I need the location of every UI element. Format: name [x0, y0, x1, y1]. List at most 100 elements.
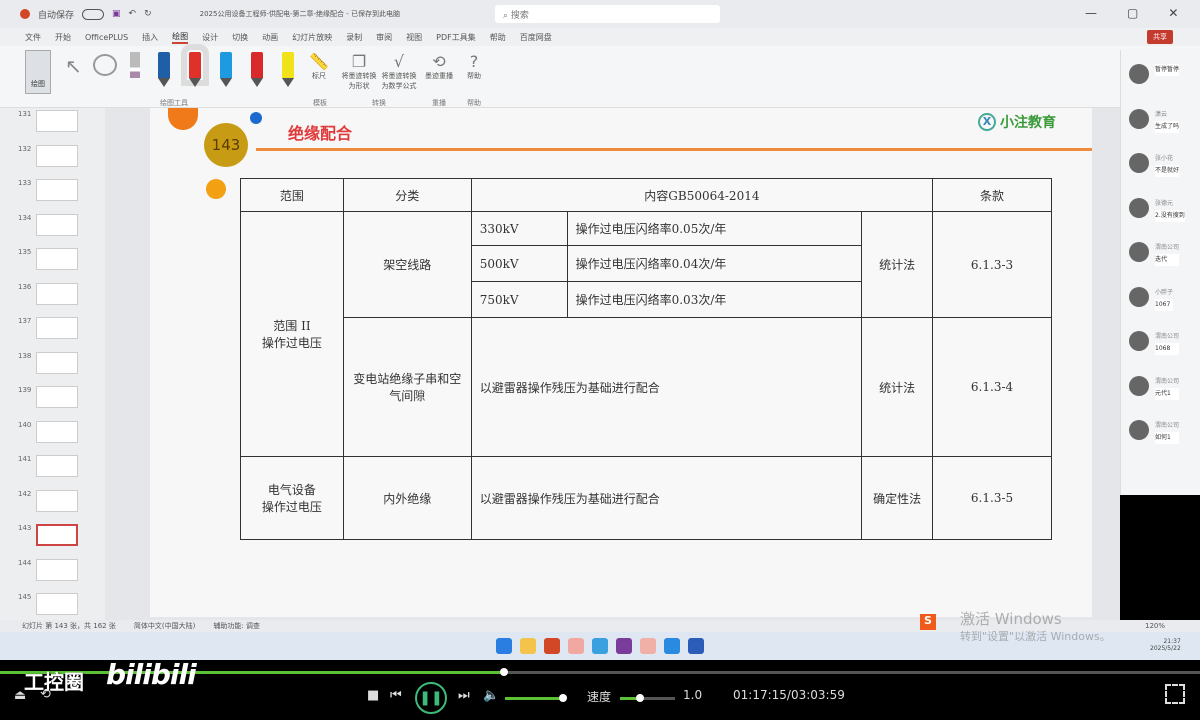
save-icon[interactable]: ▣ [112, 9, 121, 19]
tab-4[interactable]: 绘图 [172, 31, 189, 44]
previous-icon[interactable]: ⏮ [390, 688, 402, 703]
next-icon[interactable]: ⏭ [458, 688, 470, 703]
meeting-icon[interactable] [664, 638, 680, 654]
minimize-icon[interactable]: — [1085, 6, 1097, 20]
chat-message: 张德元 2.没有搜到 [1129, 197, 1185, 222]
slide-thumbnail[interactable]: 136 [18, 282, 80, 307]
content-cell: 操作过电压闪络率0.03次/年 [566, 281, 863, 318]
pen-icon[interactable] [282, 52, 294, 87]
accessibility[interactable]: 辅助功能: 调查 [213, 621, 260, 631]
tab-3[interactable]: 插入 [142, 32, 158, 43]
pen-icon[interactable] [158, 52, 170, 87]
autosave-toggle[interactable] [82, 8, 105, 20]
slide-thumbnail[interactable]: 132 [18, 144, 80, 169]
clock-time: 21:37 [1163, 638, 1181, 645]
ink-to-math-button[interactable]: √ 将墨迹转换为数学公式 [380, 52, 418, 91]
tab-13[interactable]: 帮助 [490, 32, 506, 43]
fullscreen-icon[interactable] [1165, 684, 1185, 704]
thumbnail-number: 145 [18, 593, 32, 601]
onenote-icon[interactable] [616, 638, 632, 654]
eject-icon[interactable]: ⏏ [14, 688, 26, 703]
thumbnail-number: 143 [18, 524, 32, 532]
chat-message: 潇云 生成了吗 [1129, 108, 1180, 133]
powerpoint-icon[interactable] [544, 638, 560, 654]
share-button[interactable]: 共享 [1147, 30, 1173, 44]
slide-thumbnail[interactable]: 145 [18, 593, 80, 617]
chat-message: 渭南公司 元代1 [1129, 375, 1180, 400]
tab-9[interactable]: 录制 [346, 32, 362, 43]
tab-7[interactable]: 动画 [262, 32, 278, 43]
speed-slider[interactable] [620, 694, 675, 702]
clause-cell: 6.1.3-3 [932, 211, 1052, 318]
voltage-cell: 750kV [470, 281, 568, 318]
slide-thumbnail[interactable]: 144 [18, 558, 80, 583]
slide-thumbnail[interactable]: 134 [18, 213, 80, 238]
pause-button[interactable]: ❚❚ [415, 682, 447, 714]
close-icon[interactable]: ✕ [1168, 6, 1178, 20]
window-controls: — ▢ ✕ [1085, 6, 1178, 20]
channel-name: 工控圈 [24, 670, 84, 694]
maximize-icon[interactable]: ▢ [1127, 6, 1138, 20]
browser-icon[interactable] [568, 638, 584, 654]
tab-8[interactable]: 幻灯片放映 [292, 32, 332, 43]
tab-2[interactable]: OfficePLUS [85, 33, 128, 42]
pen-icon[interactable] [251, 52, 263, 87]
search-input[interactable]: ⌕ 搜索 [495, 5, 720, 23]
select-tool-icon[interactable]: ↖ [65, 54, 82, 78]
tab-14[interactable]: 百度网盘 [520, 32, 552, 43]
chat-text: 1068 [1155, 343, 1180, 355]
chat-text: 暂停暂停 [1155, 64, 1180, 76]
tab-5[interactable]: 设计 [202, 32, 218, 43]
range-cell: 电气设备 操作过电压 [240, 456, 344, 540]
pen-icon[interactable] [220, 52, 232, 87]
tab-6[interactable]: 切换 [232, 32, 248, 43]
tab-1[interactable]: 开始 [55, 32, 71, 43]
ruler-button[interactable]: 📏 标尺 [300, 52, 338, 81]
chat-text: 不是就好 [1155, 165, 1180, 177]
thumbnail-number: 142 [18, 489, 32, 498]
slide-thumbnail[interactable]: 131 [18, 110, 80, 134]
slide-thumbnail[interactable]: 133 [18, 179, 80, 203]
ink-replay-button[interactable]: ⟲ 墨迹重播 [420, 52, 458, 81]
draw-button[interactable]: 绘图 [25, 50, 51, 94]
slide-thumbnail[interactable]: 140 [18, 420, 80, 445]
tab-0[interactable]: 文件 [25, 32, 41, 43]
start-icon[interactable] [496, 638, 512, 654]
redo-icon[interactable]: ↻ [144, 9, 152, 19]
slide-thumbnail[interactable]: 138 [18, 351, 80, 376]
ink-to-math-label: 将墨迹转换为数学公式 [381, 72, 417, 90]
help-button[interactable]: ? 帮助 [455, 52, 493, 81]
chat-message: 张小花 不是就好 [1129, 153, 1180, 177]
slide-thumbnail[interactable]: 141 [18, 455, 80, 479]
stop-icon[interactable]: ■ [367, 688, 379, 703]
tab-11[interactable]: 视图 [406, 32, 422, 43]
ink-to-shape-button[interactable]: ❐ 将墨迹转换为形状 [340, 52, 378, 91]
lasso-tool-icon[interactable] [93, 54, 117, 76]
header-content: 内容GB50064-2014 [470, 178, 934, 212]
watermark-line1: 激活 Windows [960, 610, 1062, 628]
speed-label: 速度 [587, 690, 612, 704]
slide-thumbnail[interactable]: 142 [18, 489, 80, 514]
slide-thumbnail[interactable]: 135 [18, 248, 80, 272]
volume-slider[interactable] [505, 694, 567, 702]
slide-thumbnail[interactable]: 143 [18, 524, 80, 548]
app-logo-icon [20, 9, 30, 19]
qq-icon[interactable] [640, 638, 656, 654]
volume-icon[interactable]: 🔈 [483, 688, 499, 703]
tab-12[interactable]: PDF工具集 [436, 32, 476, 43]
slide-thumbnail[interactable]: 137 [18, 317, 80, 341]
pen-icon[interactable] [181, 44, 209, 87]
content-cell: 操作过电压闪络率0.04次/年 [566, 245, 863, 282]
folder-icon[interactable] [520, 638, 536, 654]
progress-handle[interactable] [500, 668, 508, 676]
loop-icon[interactable]: ⟲ [40, 687, 51, 702]
slide-thumbnail[interactable]: 139 [18, 386, 80, 410]
zoom-level[interactable]: 120% [1145, 622, 1165, 630]
voltage-cell: 330kV [470, 211, 568, 246]
input-method-icon[interactable]: S [920, 614, 936, 630]
eraser-icon[interactable] [130, 52, 140, 78]
word-icon[interactable] [688, 638, 704, 654]
notes-icon[interactable] [592, 638, 608, 654]
undo-icon[interactable]: ↶ [129, 9, 137, 19]
tab-10[interactable]: 审阅 [376, 32, 392, 43]
